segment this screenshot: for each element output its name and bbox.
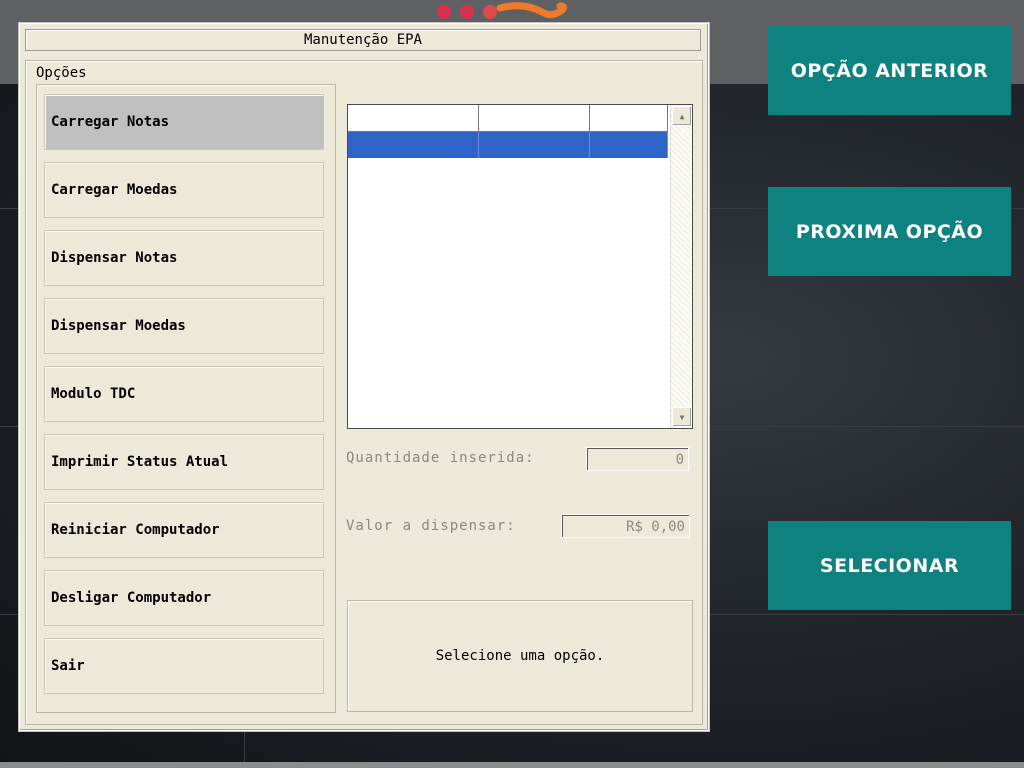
- dialog-title: Manutenção EPA: [25, 29, 701, 51]
- maintenance-dialog: Manutenção EPA Opções Carregar Notas Carr…: [19, 23, 709, 731]
- listview-header: [348, 105, 668, 132]
- menu-button-modulo-tdc[interactable]: Modulo TDC: [44, 366, 324, 422]
- listview-scrollbar[interactable]: ▲ ▼: [670, 105, 692, 428]
- status-message: Selecione uma opção.: [435, 648, 605, 664]
- select-button[interactable]: SELECIONAR: [768, 521, 1011, 610]
- listview-column-header[interactable]: [479, 105, 590, 131]
- listview-cell: [348, 132, 479, 158]
- menu-button-dispensar-notas[interactable]: Dispensar Notas: [44, 230, 324, 286]
- status-message-box: Selecione uma opção.: [347, 600, 693, 712]
- menu-button-sair[interactable]: Sair: [44, 638, 324, 694]
- scroll-up-arrow-icon[interactable]: ▲: [672, 106, 692, 126]
- listview-selected-row[interactable]: [348, 132, 668, 158]
- menu-button-imprimir-status-atual[interactable]: Imprimir Status Atual: [44, 434, 324, 490]
- quantity-label: Quantidade inserida:: [346, 450, 535, 466]
- listview-column-header[interactable]: [590, 105, 668, 131]
- menu-button-dispensar-moedas[interactable]: Dispensar Moedas: [44, 298, 324, 354]
- items-listview[interactable]: ▲ ▼: [347, 104, 693, 429]
- listview-cell: [590, 132, 668, 158]
- options-group-label: Opções: [36, 65, 87, 81]
- bottom-background-band: [0, 762, 1024, 768]
- menu-button-reiniciar-computador[interactable]: Reiniciar Computador: [44, 502, 324, 558]
- quantity-field: 0: [586, 447, 689, 471]
- menu-button-carregar-moedas[interactable]: Carregar Moedas: [44, 162, 324, 218]
- amount-field: R$ 0,00: [561, 514, 690, 538]
- scroll-down-arrow-icon[interactable]: ▼: [672, 407, 692, 427]
- brand-logo: [437, 2, 568, 19]
- previous-option-button[interactable]: OPÇÃO ANTERIOR: [768, 26, 1011, 115]
- next-option-button[interactable]: PROXIMA OPÇÃO: [768, 187, 1011, 276]
- amount-label: Valor a dispensar:: [346, 518, 516, 534]
- listview-cell: [479, 132, 590, 158]
- menu-button-carregar-notas[interactable]: Carregar Notas: [44, 94, 324, 150]
- background-grid-line: [244, 729, 245, 762]
- listview-column-header[interactable]: [348, 105, 479, 131]
- menu-button-desligar-computador[interactable]: Desligar Computador: [44, 570, 324, 626]
